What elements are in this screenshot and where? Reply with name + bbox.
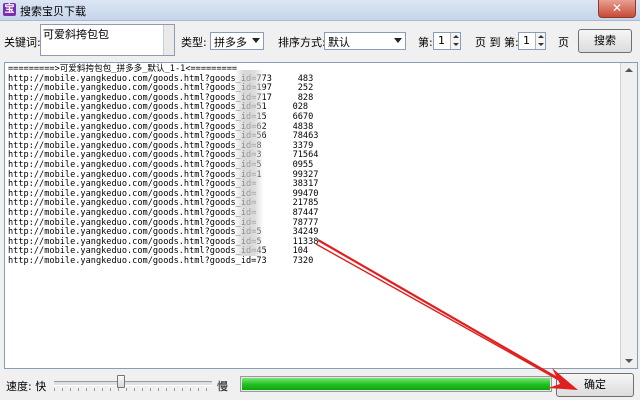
type-select-value: 拼多多 bbox=[214, 36, 247, 49]
result-line: http://mobile.yangkeduo.com/goods.html?g… bbox=[8, 255, 314, 266]
scroll-down-icon bbox=[625, 359, 633, 363]
results-textarea[interactable]: =========>可爱斜挎包包_拼多多_默认_1-1<========= htt… bbox=[4, 62, 638, 369]
results-scrollbar[interactable] bbox=[620, 63, 637, 368]
sort-select-value: 默认 bbox=[328, 36, 350, 49]
keyword-scrollbar[interactable] bbox=[163, 25, 174, 55]
page-to-stepper[interactable]: 1 bbox=[518, 32, 546, 50]
search-button[interactable]: 搜索 bbox=[578, 29, 632, 53]
progress-fill bbox=[242, 378, 550, 390]
scroll-up-icon bbox=[625, 68, 633, 72]
keyword-label: 关键词: bbox=[4, 36, 41, 49]
chevron-up-icon bbox=[453, 35, 459, 38]
keyword-value: 可爱斜挎包包 bbox=[43, 28, 109, 41]
page-to-spin-buttons[interactable] bbox=[535, 33, 545, 49]
sort-label: 排序方式: bbox=[278, 36, 326, 49]
speed-label: 速度: 快 bbox=[6, 380, 47, 393]
sort-select[interactable]: 默认 bbox=[324, 32, 406, 50]
progress-bar bbox=[240, 376, 552, 392]
window-title: 搜索宝贝下载 bbox=[20, 5, 86, 18]
chevron-down-icon bbox=[252, 38, 260, 43]
page-suffix-label: 页 bbox=[558, 36, 569, 49]
page-from-prefix: 第: bbox=[418, 36, 433, 49]
slow-label: 慢 bbox=[217, 380, 228, 393]
close-icon: ✕ bbox=[611, 1, 623, 15]
page-from-value: 1 bbox=[438, 34, 445, 47]
page-from-spin-buttons[interactable] bbox=[450, 33, 460, 49]
redaction-blur bbox=[234, 70, 264, 256]
app-icon: 宝 bbox=[3, 3, 16, 16]
type-label: 类型: bbox=[181, 36, 207, 49]
type-select[interactable]: 拼多多 bbox=[210, 32, 264, 50]
close-button[interactable]: ✕ bbox=[598, 0, 636, 18]
page-middle-label: 页 到 第: bbox=[475, 36, 519, 49]
chevron-up-icon bbox=[538, 35, 544, 38]
title-bar: 宝 搜索宝贝下载 ✕ bbox=[0, 0, 640, 21]
results-text: =========>可爱斜挎包包_拼多多_默认_1-1<========= htt… bbox=[8, 64, 608, 266]
page-to-value: 1 bbox=[523, 34, 530, 47]
chevron-down-icon bbox=[394, 38, 402, 43]
page-from-stepper[interactable]: 1 bbox=[433, 32, 461, 50]
speed-slider-track[interactable] bbox=[54, 381, 212, 386]
keyword-input[interactable]: 可爱斜挎包包 bbox=[40, 24, 175, 56]
ok-button[interactable]: 确定 bbox=[556, 373, 634, 397]
speed-slider-ticks bbox=[54, 388, 212, 391]
chevron-down-icon bbox=[453, 43, 459, 46]
speed-slider-thumb[interactable] bbox=[117, 375, 125, 388]
chevron-down-icon bbox=[538, 43, 544, 46]
